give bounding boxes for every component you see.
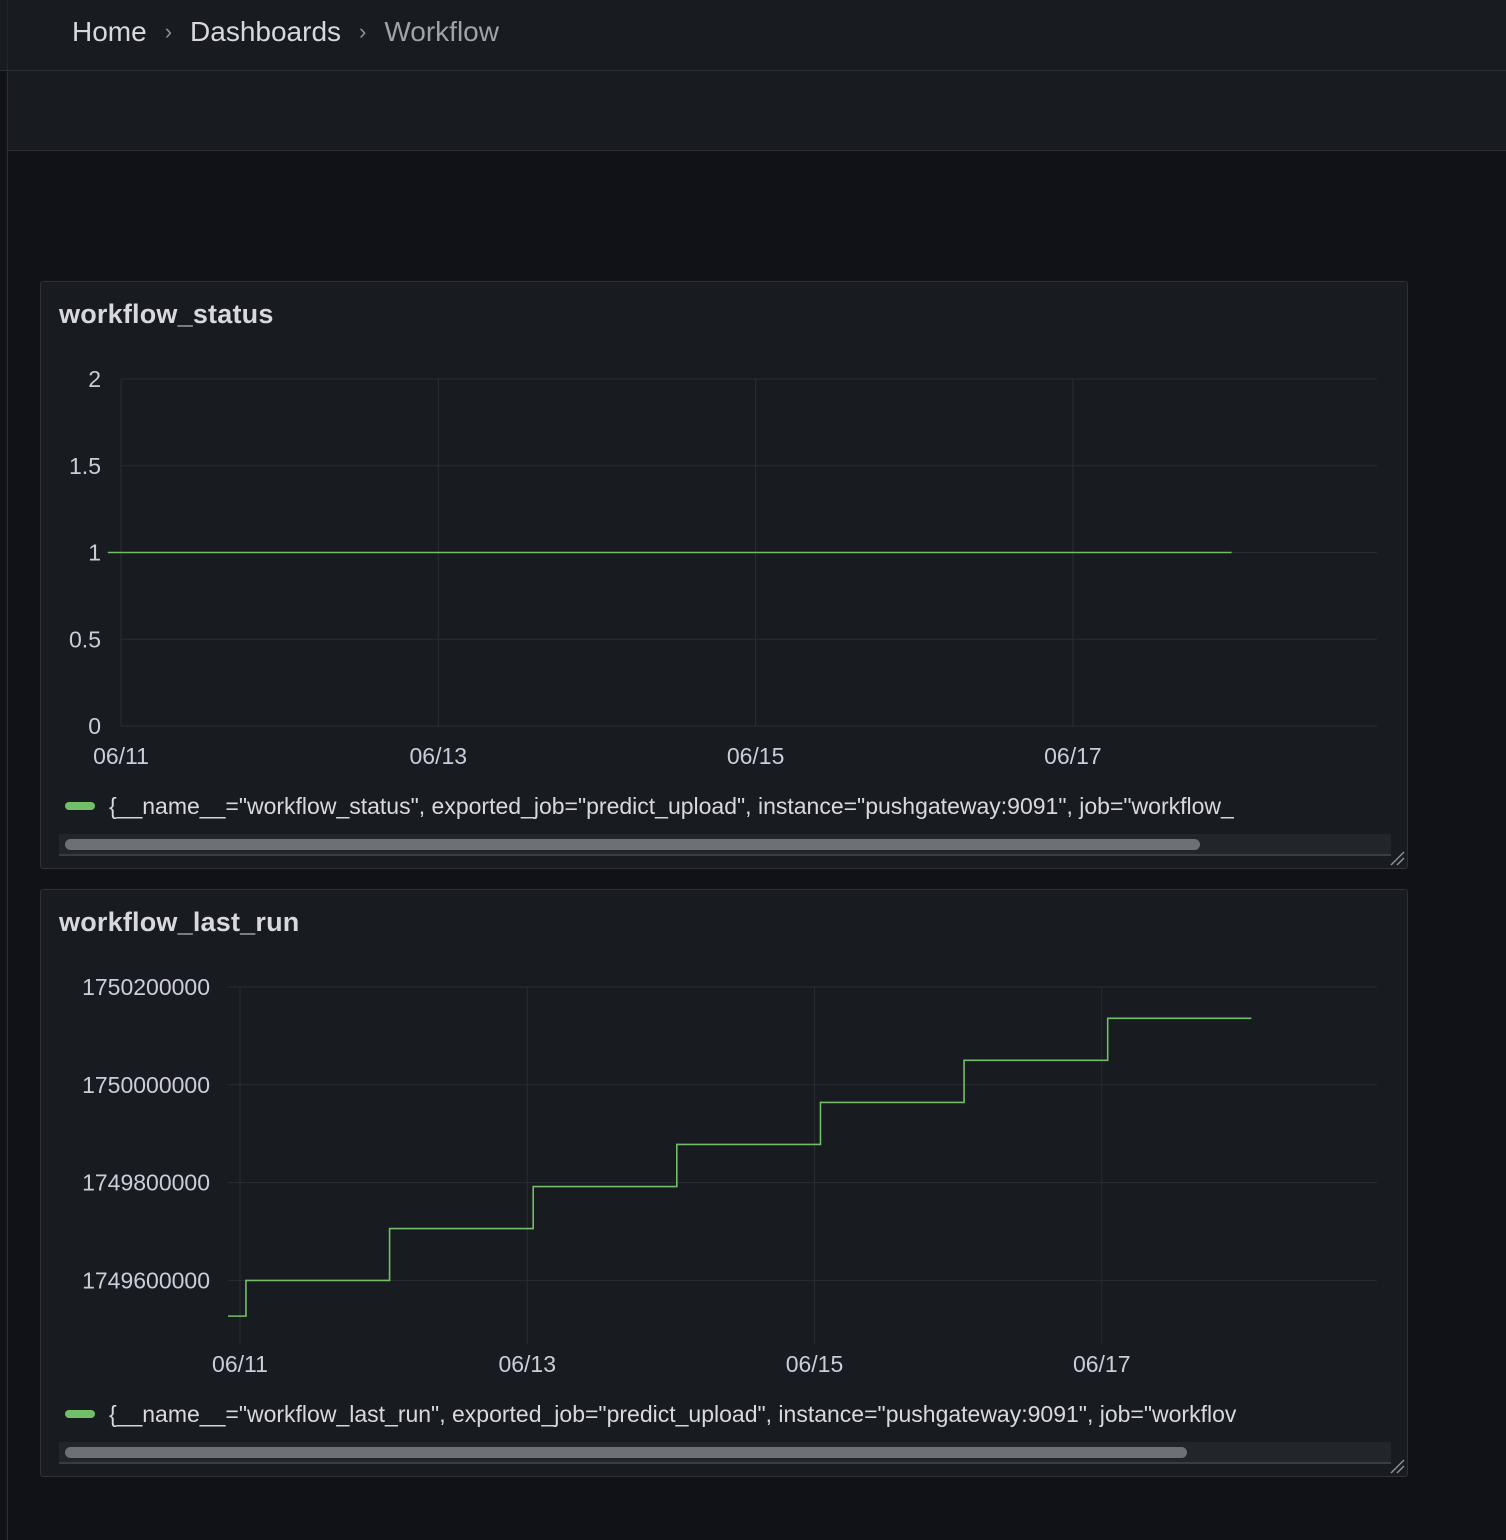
scrollbar-thumb[interactable] — [65, 1447, 1187, 1458]
legend-series-swatch — [65, 1410, 95, 1418]
x-tick-label: 06/15 — [727, 743, 785, 769]
resize-handle-icon[interactable] — [1389, 1458, 1405, 1474]
y-tick-label: 1749600000 — [82, 1267, 210, 1293]
y-tick-label: 0.5 — [69, 626, 101, 652]
sidebar-divider — [7, 0, 8, 70]
panel-workflow-last-run[interactable]: workflow_last_run 1749600000 1749800000 17… — [40, 889, 1408, 1477]
x-tick-label: 06/17 — [1073, 1351, 1131, 1377]
y-tick-label: 1 — [88, 540, 101, 566]
legend-horizontal-scrollbar[interactable] — [59, 1442, 1391, 1464]
scrollbar-thumb[interactable] — [65, 839, 1200, 850]
series-line — [228, 1017, 1252, 1317]
x-tick-label: 06/15 — [786, 1351, 844, 1377]
sidebar-divider — [7, 70, 8, 1540]
x-tick-label: 06/17 — [1044, 743, 1102, 769]
y-tick-label: 1749800000 — [82, 1170, 210, 1196]
breadcrumb-current-page: Workflow — [384, 16, 499, 47]
x-tick-label: 06/11 — [212, 1351, 268, 1377]
dashboard-toolbar — [8, 71, 1506, 151]
y-tick-label: 1750000000 — [82, 1072, 210, 1098]
y-tick-label: 2 — [88, 366, 101, 392]
y-tick-label: 1750200000 — [82, 974, 210, 1000]
legend: {__name__="workflow_status", exported_jo… — [65, 788, 1393, 824]
legend-series-label[interactable]: {__name__="workflow_last_run", exported_… — [109, 1401, 1236, 1428]
legend: {__name__="workflow_last_run", exported_… — [65, 1396, 1393, 1432]
time-series-chart[interactable]: 0 0.5 1 1.5 2 06/11 06/13 06/15 06/17 — [41, 282, 1409, 870]
legend-series-swatch — [65, 802, 95, 810]
x-tick-label: 06/13 — [498, 1351, 556, 1377]
top-bar: Home › Dashboards › Workflow — [0, 0, 1506, 71]
panel-workflow-status[interactable]: workflow_status 0 0.5 1 1.5 2 06/11 06/13 06/15… — [40, 281, 1408, 869]
breadcrumb-dashboards-link[interactable]: Dashboards — [190, 16, 341, 48]
x-tick-label: 06/11 — [93, 743, 149, 769]
y-tick-label: 1.5 — [69, 453, 101, 479]
breadcrumb: Home › Dashboards › Workflow — [72, 14, 499, 50]
resize-handle-icon[interactable] — [1389, 850, 1405, 866]
breadcrumb-home-link[interactable]: Home — [72, 16, 147, 48]
legend-horizontal-scrollbar[interactable] — [59, 834, 1391, 856]
chevron-right-icon: › — [359, 19, 367, 44]
time-series-chart[interactable]: 1749600000 1749800000 1750000000 1750200000… — [41, 890, 1409, 1478]
chevron-right-icon: › — [164, 19, 173, 44]
y-tick-label: 0 — [88, 713, 101, 739]
legend-series-label[interactable]: {__name__="workflow_status", exported_jo… — [109, 793, 1234, 820]
x-tick-label: 06/13 — [410, 743, 468, 769]
